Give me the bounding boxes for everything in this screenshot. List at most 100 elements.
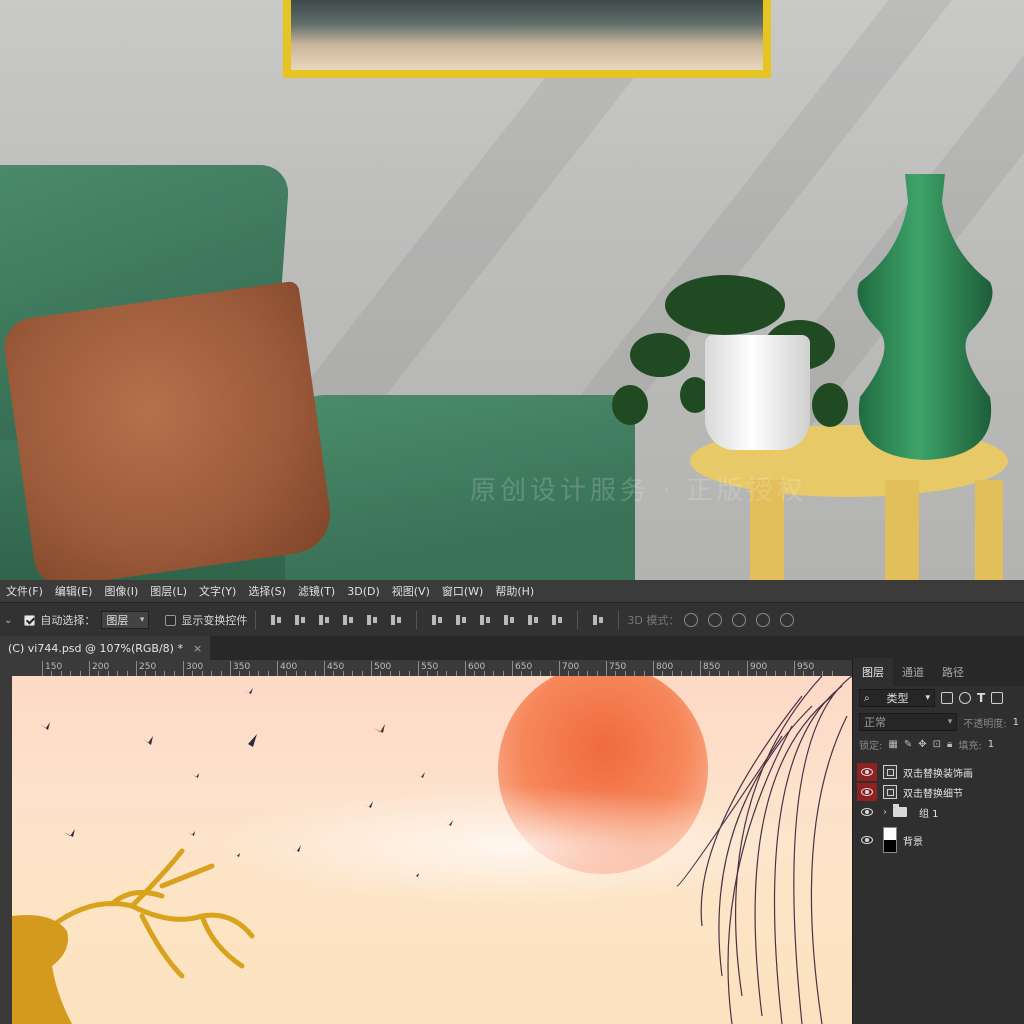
fill-label: 填充: xyxy=(958,740,982,752)
distribute-right-icon[interactable] xyxy=(550,613,564,627)
layer-name: 组 1 xyxy=(919,808,939,820)
watermark-text: 原创设计服务 · 正版授权 xyxy=(470,476,807,506)
lock-transparent-icon[interactable]: ▦ xyxy=(888,739,897,750)
document-canvas[interactable] xyxy=(12,676,852,1024)
filter-type-icon[interactable]: T xyxy=(977,691,985,705)
ruler-label: 350 xyxy=(233,662,251,672)
chevron-down-icon[interactable]: ⌄ xyxy=(4,615,12,626)
menu-3d[interactable]: 3D(D) xyxy=(341,585,386,598)
ruler-label: 850 xyxy=(703,662,721,672)
menu-layer[interactable]: 图层(L) xyxy=(144,583,193,599)
distribute-bottom-icon[interactable] xyxy=(478,613,492,627)
menu-view[interactable]: 视图(V) xyxy=(386,583,436,599)
ruler-tick xyxy=(230,661,231,676)
smart-object-icon xyxy=(883,785,897,799)
align-vcenter-icon[interactable] xyxy=(293,613,307,627)
ruler-label: 750 xyxy=(609,662,627,672)
layer-row[interactable]: 双击替换装饰画 xyxy=(853,762,1024,782)
ruler-tick xyxy=(89,661,90,676)
ruler-tick xyxy=(324,661,325,676)
visibility-toggle[interactable] xyxy=(857,783,877,801)
3d-roll-icon[interactable] xyxy=(708,613,723,627)
close-icon[interactable]: × xyxy=(193,642,202,655)
3d-orbit-icon[interactable] xyxy=(684,613,699,627)
menu-filter[interactable]: 滤镜(T) xyxy=(292,583,341,599)
3d-pan-icon[interactable] xyxy=(732,613,747,627)
ruler-label: 300 xyxy=(186,662,204,672)
menu-edit[interactable]: 编辑(E) xyxy=(49,583,99,599)
menu-window[interactable]: 窗口(W) xyxy=(436,583,489,599)
align-right-icon[interactable] xyxy=(389,613,403,627)
align-bottom-icon[interactable] xyxy=(317,613,331,627)
visibility-toggle[interactable] xyxy=(857,763,877,781)
menu-bar: 文件(F) 编辑(E) 图像(I) 图层(L) 文字(Y) 选择(S) 滤镜(T… xyxy=(0,580,1024,602)
menu-select[interactable]: 选择(S) xyxy=(242,583,292,599)
chevron-right-icon[interactable]: › xyxy=(883,807,887,818)
lock-all-icon[interactable]: 🔒︎ xyxy=(947,739,952,750)
plant-pot xyxy=(705,335,810,450)
ruler-label: 950 xyxy=(797,662,815,672)
eye-icon xyxy=(859,804,875,820)
layer-name: 双击替换装饰画 xyxy=(903,768,973,780)
blend-mode-dropdown[interactable]: 正常 ▾ xyxy=(859,713,958,731)
fill-value[interactable]: 1 xyxy=(988,739,994,750)
ruler-tick xyxy=(371,661,372,676)
show-transform-checkbox[interactable] xyxy=(165,614,177,626)
leather-pillow xyxy=(0,280,336,580)
show-transform-label: 显示变换控件 xyxy=(181,614,248,627)
tab-layers[interactable]: 图层 xyxy=(853,658,893,686)
filter-pixel-icon[interactable] xyxy=(941,692,953,704)
eye-icon xyxy=(859,784,875,800)
layer-row[interactable]: › 组 1 xyxy=(853,802,1024,822)
layer-filter-dropdown[interactable]: ⌕ 类型 ▾ xyxy=(859,689,935,707)
layer-row[interactable]: 背景 xyxy=(853,822,1024,858)
tab-paths[interactable]: 路径 xyxy=(933,664,973,686)
3d-slide-icon[interactable] xyxy=(756,613,771,627)
divider xyxy=(618,611,620,629)
artwork-illustration xyxy=(12,676,852,1024)
lock-position-icon[interactable]: ✥ xyxy=(918,739,926,750)
deer-head xyxy=(12,915,72,1024)
lock-paint-icon[interactable]: ✎ xyxy=(904,739,912,750)
document-tab-bar: (C) vi744.psd @ 107%(RGB/8) * × xyxy=(0,636,1024,660)
menu-help[interactable]: 帮助(H) xyxy=(489,583,540,599)
menu-image[interactable]: 图像(I) xyxy=(98,583,144,599)
auto-select-label: 自动选择： xyxy=(40,614,96,627)
layer-filter-row: ⌕ 类型 ▾ T xyxy=(853,686,1024,710)
divider xyxy=(577,611,579,629)
visibility-toggle[interactable] xyxy=(857,831,877,849)
align-top-icon[interactable] xyxy=(269,613,283,627)
tab-channels[interactable]: 通道 xyxy=(893,664,933,686)
ruler-tick xyxy=(418,661,419,676)
ruler-tick xyxy=(653,661,654,676)
menu-file[interactable]: 文件(F) xyxy=(0,583,49,599)
lock-artboard-icon[interactable]: ⊡ xyxy=(933,739,941,750)
3d-scale-icon[interactable] xyxy=(780,613,795,627)
auto-select-checkbox[interactable] xyxy=(24,614,36,626)
document-tab[interactable]: (C) vi744.psd @ 107%(RGB/8) * × xyxy=(0,636,211,660)
visibility-toggle[interactable] xyxy=(857,803,877,821)
distribute-top-icon[interactable] xyxy=(430,613,444,627)
opacity-label: 不透明度: xyxy=(963,718,1007,730)
align-left-icon[interactable] xyxy=(341,613,355,627)
ruler-label: 150 xyxy=(45,662,63,672)
align-hcenter-icon[interactable] xyxy=(365,613,379,627)
ruler-label: 800 xyxy=(656,662,674,672)
distribute-left-icon[interactable] xyxy=(502,613,516,627)
auto-align-icon[interactable] xyxy=(591,613,605,627)
ruler-tick xyxy=(606,661,607,676)
distribute-hcenter-icon[interactable] xyxy=(526,613,540,627)
layer-row[interactable]: 双击替换细节 xyxy=(853,782,1024,802)
birds xyxy=(40,688,453,877)
smart-object-icon xyxy=(883,765,897,779)
search-icon: ⌕ xyxy=(864,692,870,704)
table-leg xyxy=(885,480,919,580)
3d-mode-label: 3D 模式： xyxy=(627,614,680,627)
opacity-value[interactable]: 1 xyxy=(1013,717,1019,728)
auto-select-dropdown[interactable]: 图层 ▾ xyxy=(101,611,150,629)
distribute-vcenter-icon[interactable] xyxy=(454,613,468,627)
filter-shape-icon[interactable] xyxy=(991,692,1004,704)
filter-adjustment-icon[interactable] xyxy=(959,692,971,704)
menu-type[interactable]: 文字(Y) xyxy=(193,583,242,599)
folder-icon xyxy=(893,804,907,817)
